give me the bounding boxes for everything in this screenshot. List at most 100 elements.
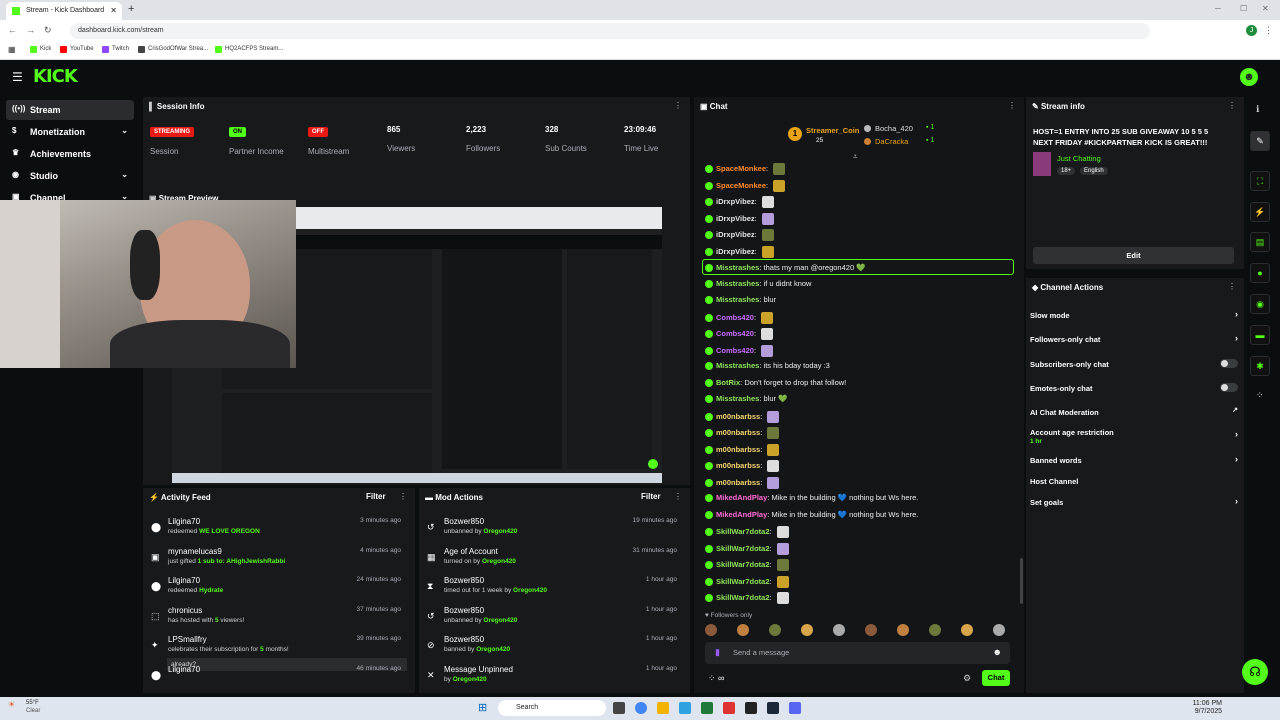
chrome-icon[interactable] xyxy=(635,702,647,714)
user-avatar[interactable]: ☻ xyxy=(1240,68,1258,86)
channel-actions-more-icon[interactable]: ⋮ xyxy=(1228,282,1236,291)
channel-action-ai-chat-moderation[interactable]: AI Chat Moderation ↗ xyxy=(1030,407,1240,417)
feed-username[interactable]: Message Unpinned xyxy=(444,665,513,674)
session-more-icon[interactable]: ⋮ xyxy=(674,101,682,110)
chat-message[interactable]: SkillWar7dota2: xyxy=(702,589,1022,605)
mod-more-icon[interactable]: ⋮ xyxy=(674,492,682,501)
chat-message[interactable]: iDrxpVibez: xyxy=(702,210,1022,226)
mod-rail-icon[interactable]: ▬ xyxy=(1250,325,1270,345)
feed-row[interactable]: ✕ Message Unpinned 1 hour ago by Oregon420 xyxy=(419,662,689,691)
chat-more-icon[interactable]: ⋮ xyxy=(1008,101,1016,110)
top-gifter-3-name[interactable]: DaCracka xyxy=(875,137,908,146)
support-chat-button[interactable]: ☊ xyxy=(1242,659,1268,685)
chat-username[interactable]: SkillWar7dota2 xyxy=(716,576,770,585)
chat-username[interactable]: Misstrashes xyxy=(716,279,759,288)
chat-message[interactable]: SpaceMonkee: xyxy=(702,177,1022,193)
feed-username[interactable]: Lilgina70 xyxy=(168,665,200,674)
feed-username[interactable]: Age of Account xyxy=(444,547,498,556)
edge-icon[interactable] xyxy=(679,702,691,714)
chat-username[interactable]: Misstrashes xyxy=(716,361,759,370)
chat-message[interactable]: m00nbarbss: xyxy=(702,441,1022,457)
taskbar-search[interactable]: Search xyxy=(498,700,606,716)
bookmark-twitch[interactable]: Twitch xyxy=(102,46,129,53)
chat-username[interactable]: MikedAndPlay xyxy=(716,493,767,502)
channel-action-emotes-only-chat[interactable]: Emotes-only chat xyxy=(1030,383,1240,393)
new-tab-button[interactable]: + xyxy=(128,3,134,15)
chat-input[interactable]: ▮ Send a message ☻ xyxy=(705,642,1010,664)
feed-username[interactable]: Lilgina70 xyxy=(168,517,200,526)
chat-message[interactable]: iDrxpVibez: xyxy=(702,193,1022,209)
chat-message[interactable]: iDrxpVibez: xyxy=(702,226,1022,242)
chat-message[interactable]: Combs420: xyxy=(702,325,1022,341)
channel-action-set-goals[interactable]: Set goals › xyxy=(1030,496,1240,507)
stream-info-more-icon[interactable]: ⋮ xyxy=(1228,101,1236,110)
feed-username[interactable]: LPSmallfry xyxy=(168,635,207,644)
chat-username[interactable]: m00nbarbss xyxy=(716,428,760,437)
chat-message[interactable]: Combs420: xyxy=(702,342,1022,358)
chat-username[interactable]: SkillWar7dota2 xyxy=(716,593,770,602)
chat-username[interactable]: Misstrashes xyxy=(716,394,759,403)
category-link[interactable]: Just Chatting xyxy=(1057,154,1101,163)
chat-message[interactable]: m00nbarbss: xyxy=(702,457,1022,473)
feed-row[interactable]: ↺ Bozwer850 1 hour ago unbanned by Oregon42… xyxy=(419,603,689,632)
chat-username[interactable]: Combs420 xyxy=(716,312,754,321)
feed-row[interactable]: ▣ mynamelucas9 4 minutes ago just gifted 1 … xyxy=(143,544,413,573)
chat-username[interactable]: SkillWar7dota2 xyxy=(716,527,770,536)
chat-message[interactable]: BotRix: Don't forget to drop that follow… xyxy=(702,375,1022,391)
sidebar-item-achievements[interactable]: ♛ Achievements xyxy=(6,144,134,164)
task-view-icon[interactable] xyxy=(613,702,625,714)
activity-more-icon[interactable]: ⋮ xyxy=(399,492,407,501)
broadcast-rail-icon[interactable]: ◉ xyxy=(1250,294,1270,314)
emoji-icon[interactable]: ☻ xyxy=(993,647,1002,657)
discord-icon[interactable] xyxy=(789,702,801,714)
minimize-icon[interactable]: ─ xyxy=(1215,4,1221,13)
emote-icon[interactable] xyxy=(833,624,845,636)
feed-row[interactable]: ✦ LPSmallfry 39 minutes ago celebrates thei… xyxy=(143,632,413,671)
bookmark-crisgodofwar[interactable]: CrisGodOfWar Strea... xyxy=(138,46,208,53)
emote-icon[interactable] xyxy=(993,624,1005,636)
sidebar-item-studio[interactable]: ◉ Studio ⌄ xyxy=(6,166,134,186)
chat-message[interactable]: Combs420: xyxy=(702,309,1022,325)
feed-row[interactable]: ⬤ Lilgina70 46 minutes ago xyxy=(143,662,413,691)
chat-message[interactable]: MikedAndPlay: Mike in the building 💙 not… xyxy=(702,507,1022,523)
chat-username[interactable]: SpaceMonkee xyxy=(716,180,766,189)
windows-start-icon[interactable]: ⊞ xyxy=(478,701,487,714)
url-input[interactable]: dashboard.kick.com/stream xyxy=(70,23,1150,39)
channel-action-account-age-restriction[interactable]: Account age restriction 1 hr › xyxy=(1030,428,1240,445)
obs-icon[interactable] xyxy=(745,702,757,714)
feed-row[interactable]: ▦ Age of Account 31 minutes ago turned on b… xyxy=(419,544,689,573)
chat-rail-icon[interactable]: ● xyxy=(1250,263,1270,283)
chat-message[interactable]: m00nbarbss: xyxy=(702,474,1022,490)
capture-rail-icon[interactable]: ⛶ xyxy=(1250,171,1270,191)
channel-action-banned-words[interactable]: Banned words › xyxy=(1030,454,1240,465)
feed-row[interactable]: ⬤ Lilgina70 24 minutes ago redeemed Hydrate xyxy=(143,573,413,602)
close-window-icon[interactable]: ✕ xyxy=(1262,4,1269,13)
chat-username[interactable]: iDrxpVibez xyxy=(716,197,755,206)
emote-icon[interactable] xyxy=(961,624,973,636)
file-explorer-icon[interactable] xyxy=(657,702,669,714)
drag-rail-icon[interactable]: ⁘ xyxy=(1256,390,1264,401)
chat-username[interactable]: Misstrashes xyxy=(716,295,759,304)
emote-icon[interactable] xyxy=(929,624,941,636)
chat-message[interactable]: m00nbarbss: xyxy=(702,424,1022,440)
apps-icon[interactable]: ▦ xyxy=(8,45,16,54)
forward-icon[interactable]: → xyxy=(26,25,35,35)
excel-icon[interactable] xyxy=(701,702,713,714)
edit-rail-icon[interactable]: ✎ xyxy=(1250,131,1270,151)
feed-row[interactable]: ⧗ Bozwer850 1 hour ago timed out for 1 week… xyxy=(419,573,689,602)
chat-message[interactable]: Misstrashes: blur xyxy=(702,292,1022,308)
chat-message[interactable]: m00nbarbss: xyxy=(702,408,1022,424)
top-gifter-1-name[interactable]: Streamer_Coin xyxy=(806,126,859,135)
chat-username[interactable]: SkillWar7dota2 xyxy=(716,543,770,552)
app-red-icon[interactable] xyxy=(723,702,735,714)
chat-message[interactable]: SkillWar7dota2: xyxy=(702,573,1022,589)
chat-message[interactable]: Misstrashes: blur 💚 xyxy=(702,391,1022,407)
feed-username[interactable]: Bozwer850 xyxy=(444,606,484,615)
chat-username[interactable]: Misstrashes xyxy=(716,263,759,272)
feed-row[interactable]: ⬚ chronicus 37 minutes ago has hosted with … xyxy=(143,603,413,632)
chat-username[interactable]: BotRix xyxy=(716,378,740,387)
feed-username[interactable]: Bozwer850 xyxy=(444,635,484,644)
feed-username[interactable]: Bozwer850 xyxy=(444,517,484,526)
hamburger-menu-icon[interactable]: ☰ xyxy=(12,70,23,84)
feed-username[interactable]: Bozwer850 xyxy=(444,576,484,585)
